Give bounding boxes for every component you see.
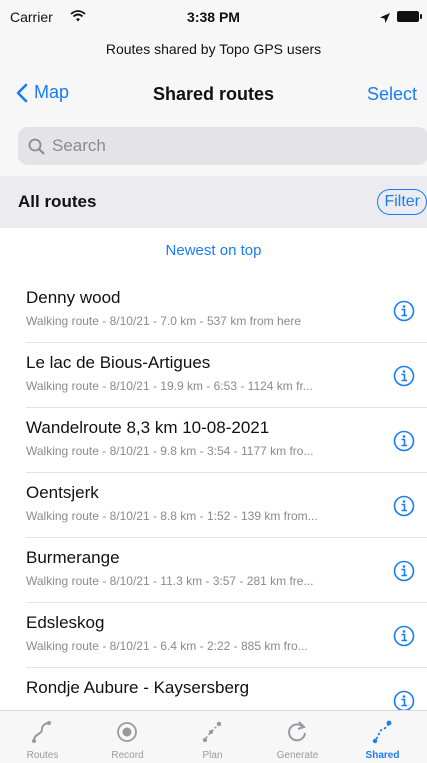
status-time: 3:38 PM xyxy=(187,9,240,25)
tab-routes[interactable]: Routes xyxy=(0,711,85,763)
info-icon[interactable] xyxy=(393,430,415,457)
list-item[interactable]: Oentsjerk Walking route - 8/10/21 - 8.8 … xyxy=(0,473,427,538)
info-icon[interactable] xyxy=(393,560,415,587)
plan-icon xyxy=(202,721,222,743)
route-title: Rondje Aubure - Kaysersberg xyxy=(26,678,250,697)
route-title: Edsleskog xyxy=(26,613,105,632)
route-title: Le lac de Bious-Artigues xyxy=(26,353,211,372)
tab-label: Plan xyxy=(202,750,223,761)
page-title: Shared routes xyxy=(152,84,275,104)
route-details: Walking route - 8/10/21 - 9.8 km - 3:54 … xyxy=(26,444,314,458)
list-item[interactable]: Le lac de Bious-Artigues Walking route -… xyxy=(0,343,427,408)
shared-routes-banner: Routes shared by Topo GPS users xyxy=(0,34,427,66)
list-item[interactable]: Burmerange Walking route - 8/10/21 - 11.… xyxy=(0,538,427,603)
tab-label: Record xyxy=(111,750,144,761)
info-icon[interactable] xyxy=(393,495,415,522)
generate-icon xyxy=(288,721,306,742)
info-icon[interactable] xyxy=(393,365,415,392)
route-title: Oentsjerk xyxy=(26,483,99,502)
search-bar xyxy=(0,122,427,176)
search-icon xyxy=(28,138,45,155)
section-title: All routes xyxy=(18,192,97,211)
tab-label: Routes xyxy=(26,750,59,761)
tab-label: Generate xyxy=(276,750,319,761)
search-field-container[interactable] xyxy=(18,127,427,165)
section-header: All routes Filter xyxy=(0,176,427,228)
search-input[interactable] xyxy=(52,127,412,165)
filter-button[interactable]: Filter xyxy=(377,189,427,215)
tab-record[interactable]: Record xyxy=(85,711,170,763)
route-title: Burmerange xyxy=(26,548,120,567)
route-details: Walking route - 8/10/21 - 6.4 km - 2:22 … xyxy=(26,639,308,653)
tab-bar: Routes Record Plan Generate Shared xyxy=(0,710,427,763)
navigation-bar: Map Shared routes Select xyxy=(0,66,427,122)
routes-list: Denny wood Walking route - 8/10/21 - 7.0… xyxy=(0,278,427,733)
route-details: Walking route - 8/10/21 - 19.9 km - 6:53… xyxy=(26,379,313,393)
battery-icon xyxy=(397,11,422,22)
routes-icon xyxy=(32,721,51,743)
record-icon xyxy=(117,722,137,742)
list-item[interactable]: Edsleskog Walking route - 8/10/21 - 6.4 … xyxy=(0,603,427,668)
shared-icon xyxy=(372,720,392,744)
sort-order-button[interactable]: Newest on top xyxy=(0,242,427,259)
route-title: Wandelroute 8,3 km 10-08-2021 xyxy=(26,418,270,437)
list-item[interactable]: Wandelroute 8,3 km 10-08-2021 Walking ro… xyxy=(0,408,427,473)
location-arrow-icon xyxy=(379,11,391,27)
status-bar: Carrier 3:38 PM xyxy=(0,0,427,34)
tab-label: Shared xyxy=(365,750,400,761)
info-icon[interactable] xyxy=(393,300,415,327)
tab-shared[interactable]: Shared xyxy=(340,711,425,763)
tab-plan[interactable]: Plan xyxy=(170,711,255,763)
route-title: Denny wood xyxy=(26,288,121,307)
route-details: Walking route - 8/10/21 - 11.3 km - 3:57… xyxy=(26,574,314,588)
route-details: Walking route - 8/10/21 - 8.8 km - 1:52 … xyxy=(26,509,318,523)
info-icon[interactable] xyxy=(393,625,415,652)
route-details: Walking route - 8/10/21 - 7.0 km - 537 k… xyxy=(26,314,301,328)
list-item[interactable]: Denny wood Walking route - 8/10/21 - 7.0… xyxy=(0,278,427,343)
tab-generate[interactable]: Generate xyxy=(255,711,340,763)
select-button[interactable]: Select xyxy=(367,84,417,105)
